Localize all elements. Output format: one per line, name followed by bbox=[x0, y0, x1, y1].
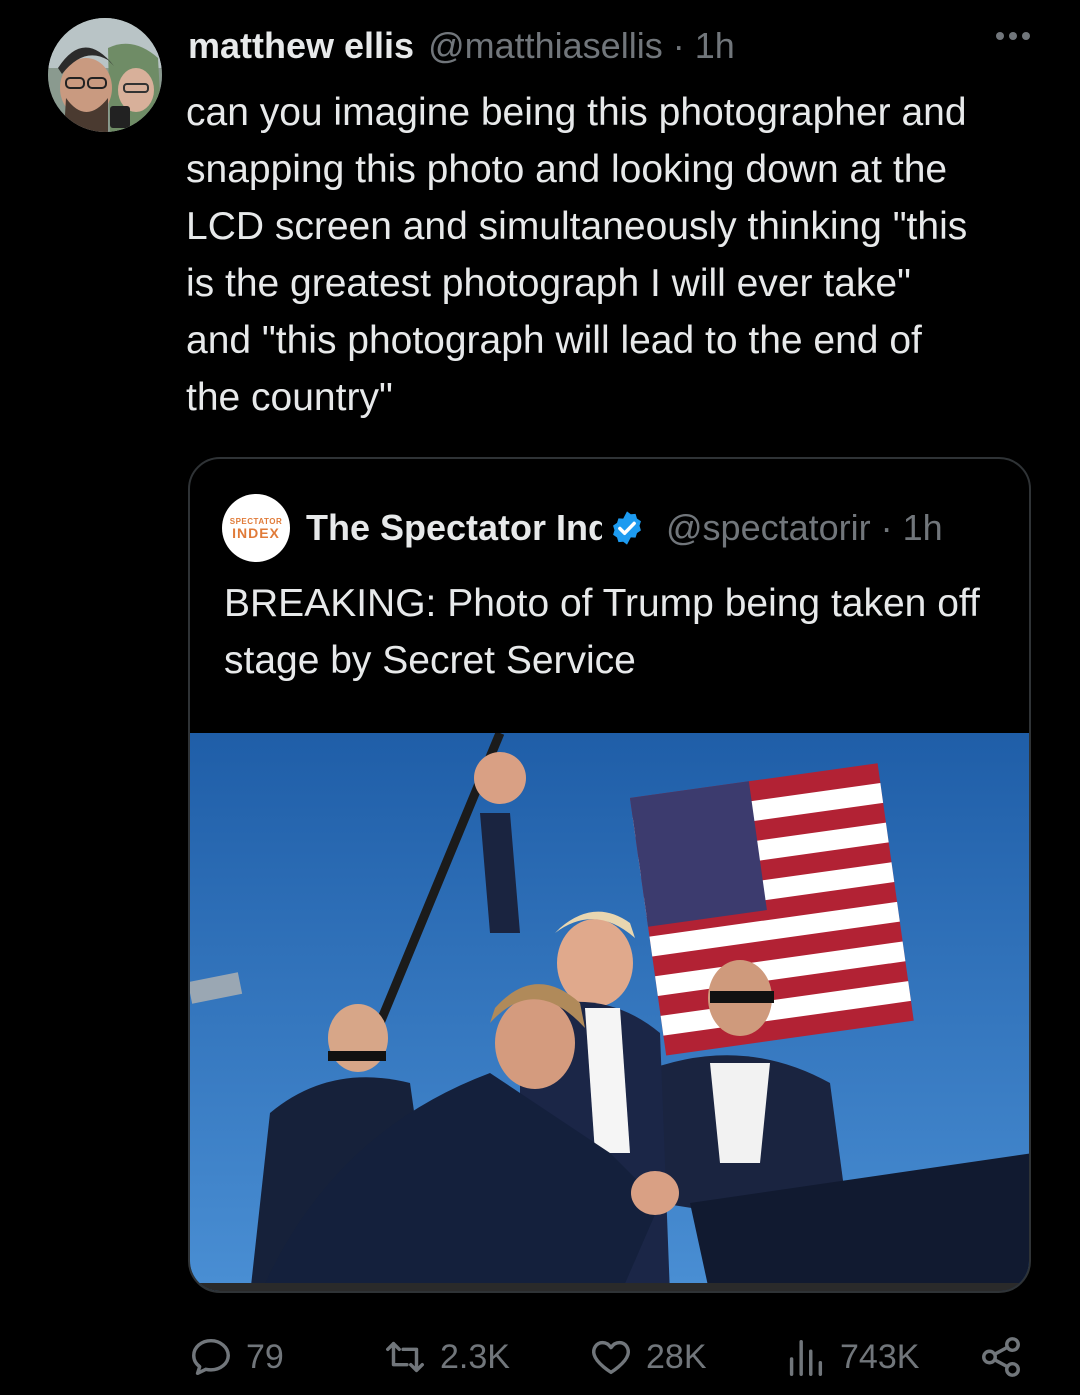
views-button[interactable]: 743K bbox=[782, 1330, 919, 1384]
tweet-time[interactable]: 1h bbox=[695, 25, 735, 67]
retweet-count: 2.3K bbox=[440, 1337, 510, 1376]
quoted-separator-dot: · bbox=[880, 507, 893, 548]
views-chart-icon bbox=[789, 1339, 823, 1376]
more-horizontal-icon[interactable] bbox=[996, 32, 1030, 40]
like-count: 28K bbox=[646, 1337, 707, 1376]
tweet-text: can you imagine being this photographer … bbox=[186, 91, 968, 419]
retweet-icon bbox=[386, 1341, 424, 1373]
quoted-tweet-text: BREAKING: Photo of Trump being taken off… bbox=[224, 582, 980, 682]
tweet: matthew ellis @matthiasellis · 1h can yo… bbox=[0, 0, 1080, 1395]
like-button[interactable]: 28K bbox=[588, 1330, 707, 1384]
user-handle[interactable]: @matthiasellis bbox=[428, 25, 663, 67]
retweet-button[interactable]: 2.3K bbox=[382, 1330, 510, 1384]
separator-dot: · bbox=[672, 25, 685, 66]
heart-icon bbox=[592, 1340, 630, 1375]
reply-count: 79 bbox=[246, 1337, 284, 1376]
share-icon bbox=[982, 1337, 1020, 1377]
verified-badge-icon bbox=[613, 511, 641, 545]
quoted-handle[interactable]: @spectatorir bbox=[666, 507, 871, 549]
quoted-avatar-bottom-text: INDEX bbox=[232, 524, 280, 541]
tweet-header: matthew ellis @matthiasellis · 1h bbox=[188, 22, 1030, 70]
quoted-time[interactable]: 1h bbox=[903, 507, 943, 549]
user-avatar[interactable] bbox=[48, 18, 162, 132]
quoted-tweet[interactable]: SPECTATOR INDEX The Spectator Index @spe… bbox=[188, 457, 1031, 1293]
reply-icon bbox=[192, 1338, 230, 1376]
share-button[interactable] bbox=[978, 1330, 1024, 1384]
views-count: 743K bbox=[840, 1337, 920, 1376]
quoted-display-name[interactable]: The Spectator Index bbox=[306, 507, 602, 549]
action-bar: 79 2.3K 28K 743K bbox=[188, 1330, 1028, 1384]
display-name[interactable]: matthew ellis bbox=[188, 25, 414, 67]
reply-button[interactable]: 79 bbox=[188, 1330, 284, 1384]
quoted-photo[interactable] bbox=[190, 733, 1029, 1291]
quoted-avatar[interactable]: SPECTATOR INDEX bbox=[222, 494, 290, 562]
quoted-tweet-header: SPECTATOR INDEX The Spectator Index @spe… bbox=[222, 494, 1009, 562]
